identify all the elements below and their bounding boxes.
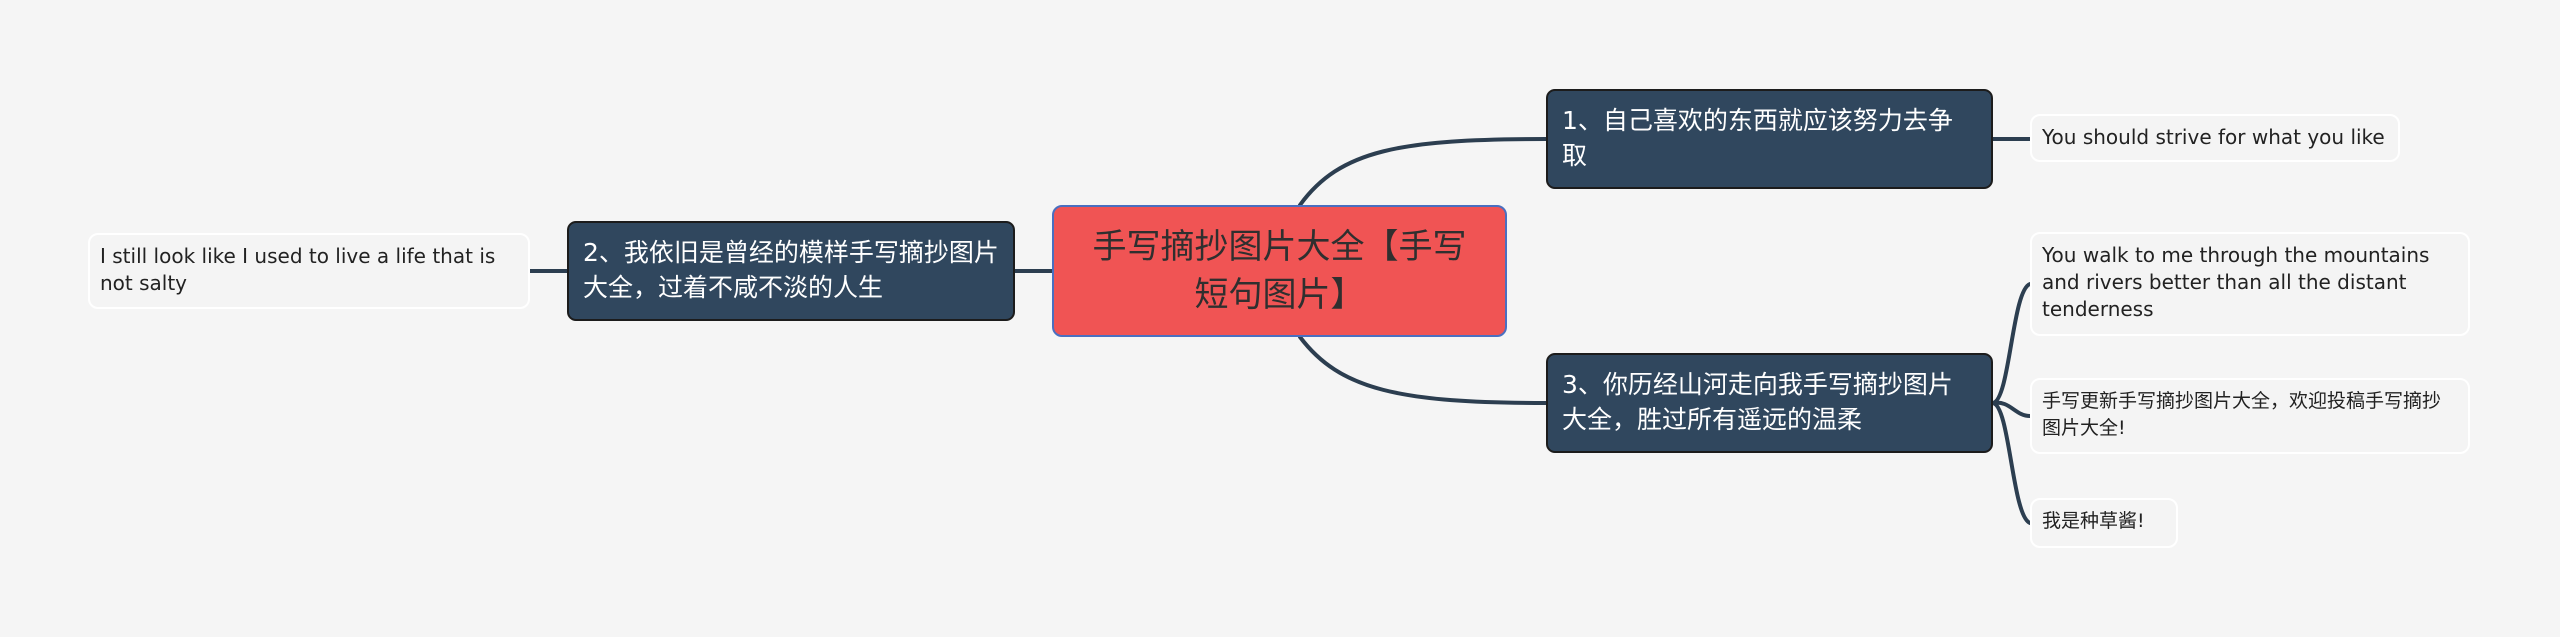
leaf-topic-3-2[interactable]: 手写更新手写摘抄图片大全，欢迎投稿手写摘抄图片大全! [2030,378,2470,454]
branch-topic-1[interactable]: 1、自己喜欢的东西就应该努力去争取 [1546,89,1993,189]
connector-branch-3-to-leaf-3 [1991,401,2032,525]
branch-topic-3[interactable]: 3、你历经山河走向我手写摘抄图片大全，胜过所有遥远的温柔 [1546,353,1993,453]
connector-root-to-branch-3 [1298,335,1548,405]
leaf-topic-label: I still look like I used to live a life … [100,244,496,295]
branch-topic-label: 2、我依旧是曾经的模样手写摘抄图片大全，过着不咸不淡的人生 [583,238,999,302]
connector-branch-3-to-leaf-1 [1991,282,2032,405]
leaf-topic-3-1[interactable]: You walk to me through the mountains and… [2030,232,2470,336]
leaf-topic-1-1[interactable]: You should strive for what you like [2030,114,2400,162]
leaf-topic-label: 我是种草酱! [2042,510,2145,532]
leaf-topic-label: 手写更新手写摘抄图片大全，欢迎投稿手写摘抄图片大全! [2042,390,2442,439]
root-topic[interactable]: 手写摘抄图片大全【手写短句图片】 [1052,205,1507,337]
branch-topic-label: 3、你历经山河走向我手写摘抄图片大全，胜过所有遥远的温柔 [1562,370,1953,434]
root-topic-label: 手写摘抄图片大全【手写短句图片】 [1092,227,1467,315]
leaf-topic-label: You should strive for what you like [2042,125,2385,149]
leaf-topic-3-3[interactable]: 我是种草酱! [2030,498,2178,548]
branch-topic-2[interactable]: 2、我依旧是曾经的模样手写摘抄图片大全，过着不咸不淡的人生 [567,221,1015,321]
connector-root-to-branch-1 [1298,137,1548,207]
leaf-topic-2-1[interactable]: I still look like I used to live a life … [88,233,530,309]
leaf-topic-label: You walk to me through the mountains and… [2042,243,2430,321]
branch-topic-label: 1、自己喜欢的东西就应该努力去争取 [1562,106,1953,170]
